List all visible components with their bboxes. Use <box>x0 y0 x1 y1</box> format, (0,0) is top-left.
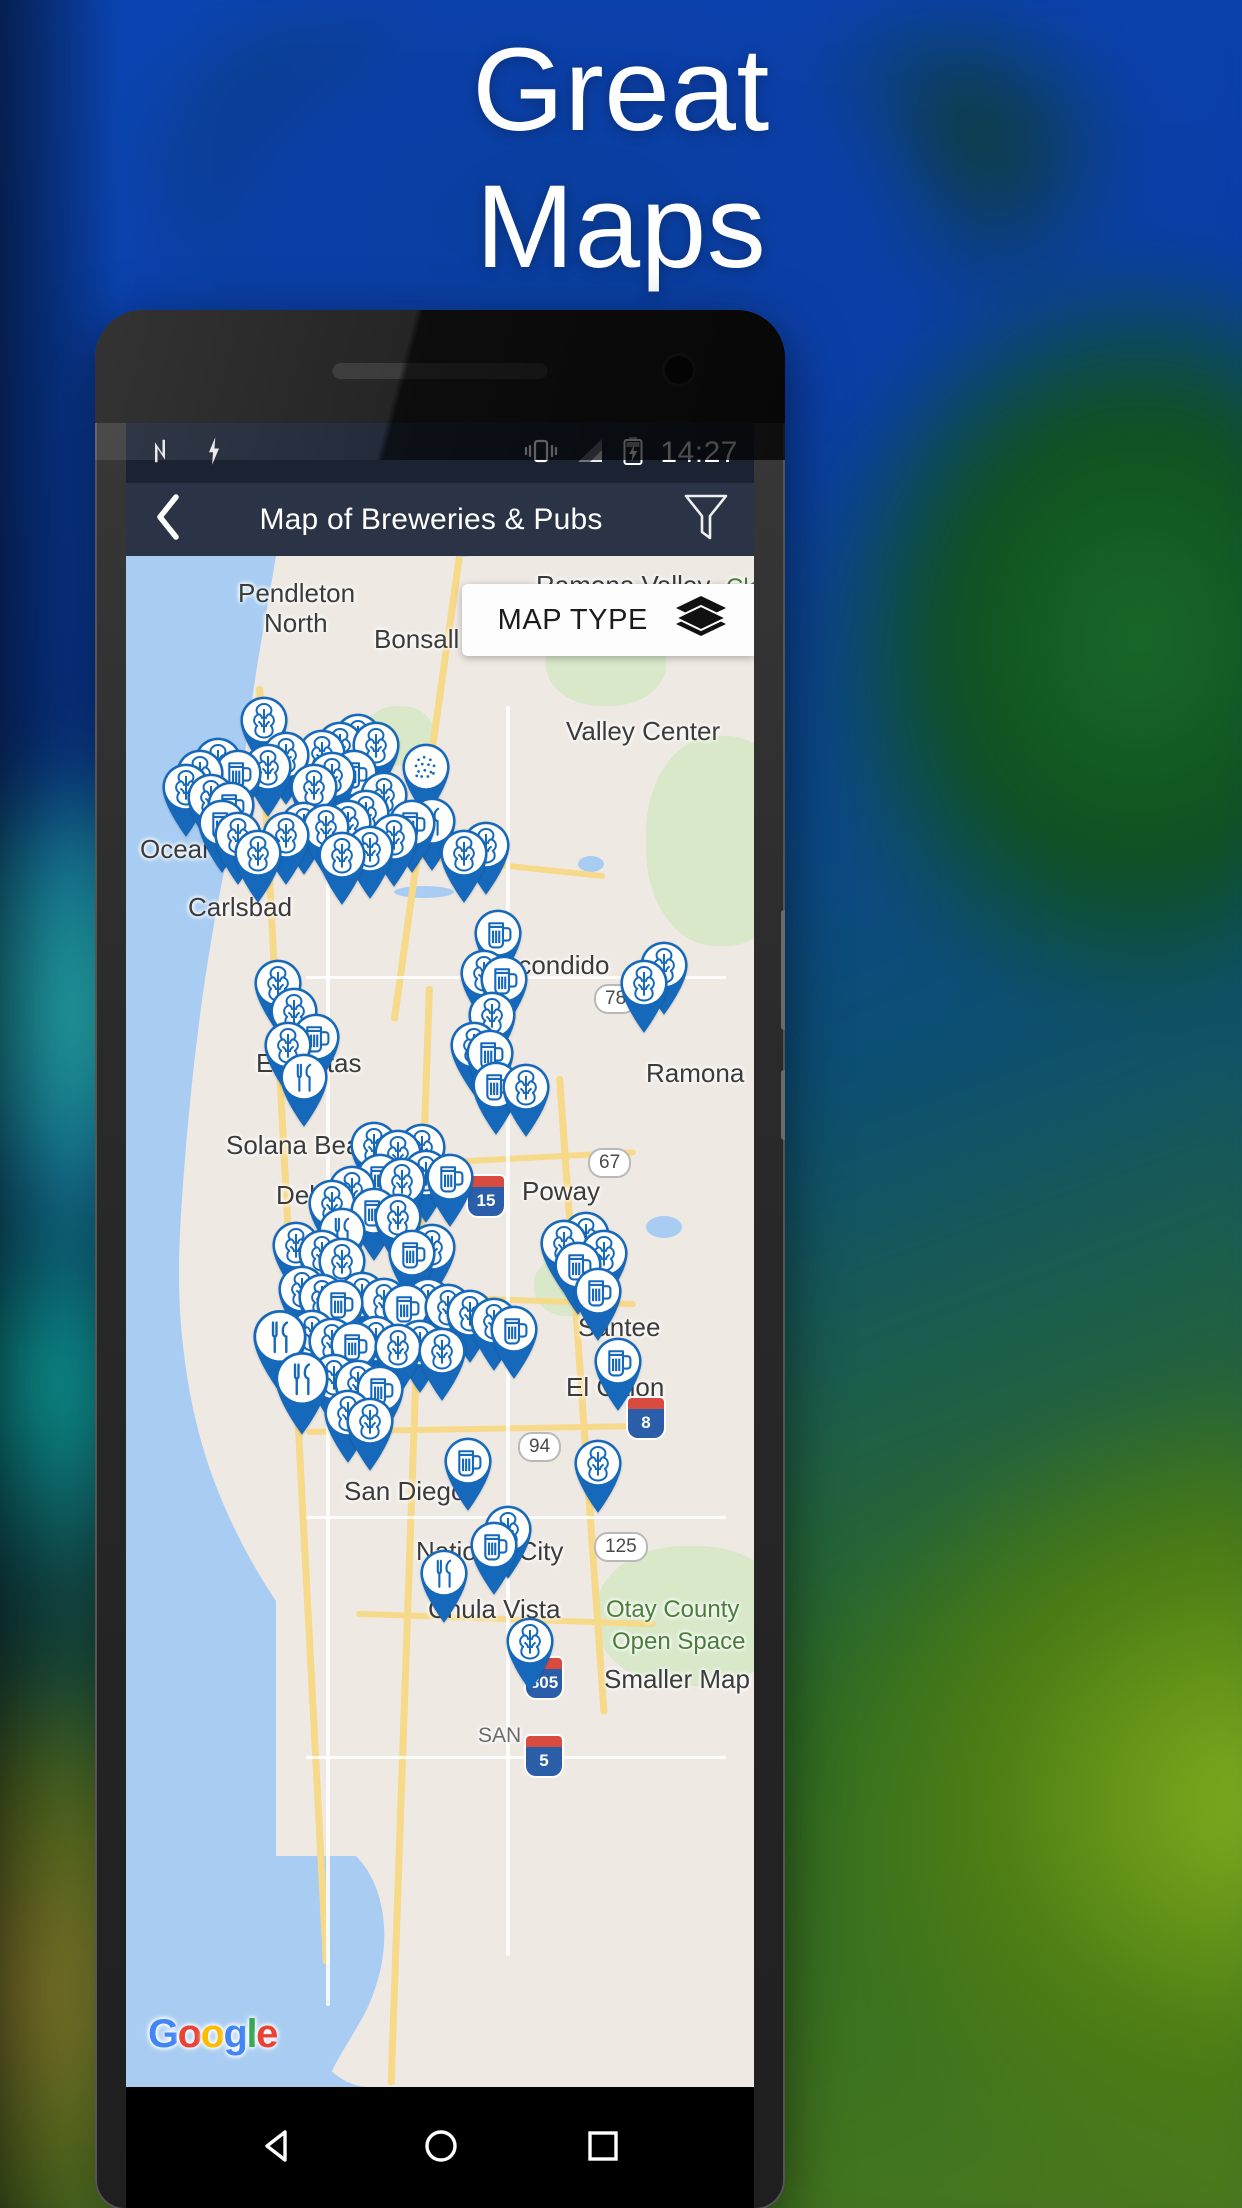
page-title: Map of Breweries & Pubs <box>259 502 603 536</box>
map-place-label: Otay County <box>606 1596 740 1623</box>
fork-knife-marker-icon[interactable] <box>413 1543 475 1624</box>
hops-marker-icon[interactable] <box>311 825 373 906</box>
circle-home-icon <box>421 2126 461 2171</box>
route-shield: 67 <box>588 1148 632 1178</box>
map-place-label: North <box>264 608 328 638</box>
beer-mug-marker-icon[interactable] <box>483 1299 545 1380</box>
google-logo-g: g <box>223 2012 248 2056</box>
google-logo-G: G <box>148 2012 179 2056</box>
earpiece-speaker <box>332 363 548 379</box>
app-bar: Map of Breweries & Pubs <box>126 483 754 556</box>
phone-screen: 14:27 Map of Breweries & Pubs Pendleton … <box>126 423 754 2087</box>
triangle-back-icon <box>258 2126 298 2171</box>
android-nav-bar <box>126 2087 754 2208</box>
map-place-label: Smaller Map <box>604 1664 750 1694</box>
status-bar-left-icons <box>150 436 226 471</box>
square-recents-icon <box>584 2127 622 2170</box>
phone-device: 14:27 Map of Breweries & Pubs Pendleton … <box>95 310 785 2208</box>
map-place-label: Poway <box>522 1176 601 1206</box>
hops-marker-icon[interactable] <box>411 1321 473 1402</box>
phone-top-bezel <box>95 310 785 423</box>
interstate-shield: 5 <box>524 1734 564 1778</box>
hops-marker-icon[interactable] <box>613 953 675 1034</box>
status-bar: 14:27 <box>126 423 754 483</box>
local-road <box>306 1756 726 1759</box>
route-shield: 125 <box>594 1532 648 1562</box>
hops-marker-icon[interactable] <box>339 1391 401 1472</box>
front-camera <box>665 356 693 384</box>
nav-recents-button[interactable] <box>584 2127 622 2170</box>
chevron-left-icon <box>154 494 184 545</box>
map-place-label: Ramona <box>646 1058 745 1088</box>
lake <box>578 856 604 872</box>
flash-icon <box>202 436 226 471</box>
google-logo-l: l <box>246 2012 257 2056</box>
volume-button[interactable] <box>781 1070 785 1140</box>
n-logo-icon <box>150 436 180 471</box>
hops-marker-icon[interactable] <box>567 1433 629 1514</box>
battery-charging-icon <box>622 436 644 471</box>
vibrate-icon <box>522 437 560 470</box>
map-type-button[interactable]: MAP TYPE <box>461 584 754 656</box>
hops-marker-icon[interactable] <box>433 823 495 904</box>
map-place-label: SAN <box>478 1724 522 1747</box>
filter-button[interactable] <box>676 490 736 550</box>
signal-icon <box>576 437 606 470</box>
status-bar-right-icons: 14:27 <box>522 436 738 471</box>
google-logo-o2: o <box>200 2012 225 2056</box>
headline-line-2: Maps <box>475 160 767 293</box>
google-logo-o1: o <box>177 2012 202 2056</box>
nav-home-button[interactable] <box>421 2126 461 2171</box>
map-place-label: Valley Center <box>566 716 721 746</box>
power-button[interactable] <box>781 910 785 1030</box>
map-place-label: Open Space <box>612 1628 746 1655</box>
funnel-icon <box>682 492 730 547</box>
status-bar-clock: 14:27 <box>660 436 738 469</box>
layers-icon <box>673 594 729 647</box>
hops-marker-icon[interactable] <box>499 1611 561 1692</box>
promo-headline: Great Maps <box>0 22 1242 296</box>
fork-knife-marker-icon[interactable] <box>273 1047 335 1128</box>
nav-back-button[interactable] <box>258 2126 298 2171</box>
beer-mug-marker-icon[interactable] <box>567 1261 629 1342</box>
hops-marker-icon[interactable] <box>227 823 289 904</box>
map-place-label: Pendleton <box>238 578 356 608</box>
headline-line-1: Great <box>472 24 770 156</box>
hops-marker-icon[interactable] <box>495 1057 557 1138</box>
map-type-label: MAP TYPE <box>497 603 648 636</box>
google-map[interactable]: PendletonNorthBonsallValley CenterOceanV… <box>126 556 754 2087</box>
google-logo: Google <box>148 2012 278 2057</box>
lake <box>646 1216 682 1238</box>
route-shield: 94 <box>518 1432 562 1462</box>
map-place-label: Bonsall <box>374 624 460 654</box>
google-logo-e: e <box>256 2012 278 2056</box>
beer-mug-marker-icon[interactable] <box>587 1331 649 1412</box>
